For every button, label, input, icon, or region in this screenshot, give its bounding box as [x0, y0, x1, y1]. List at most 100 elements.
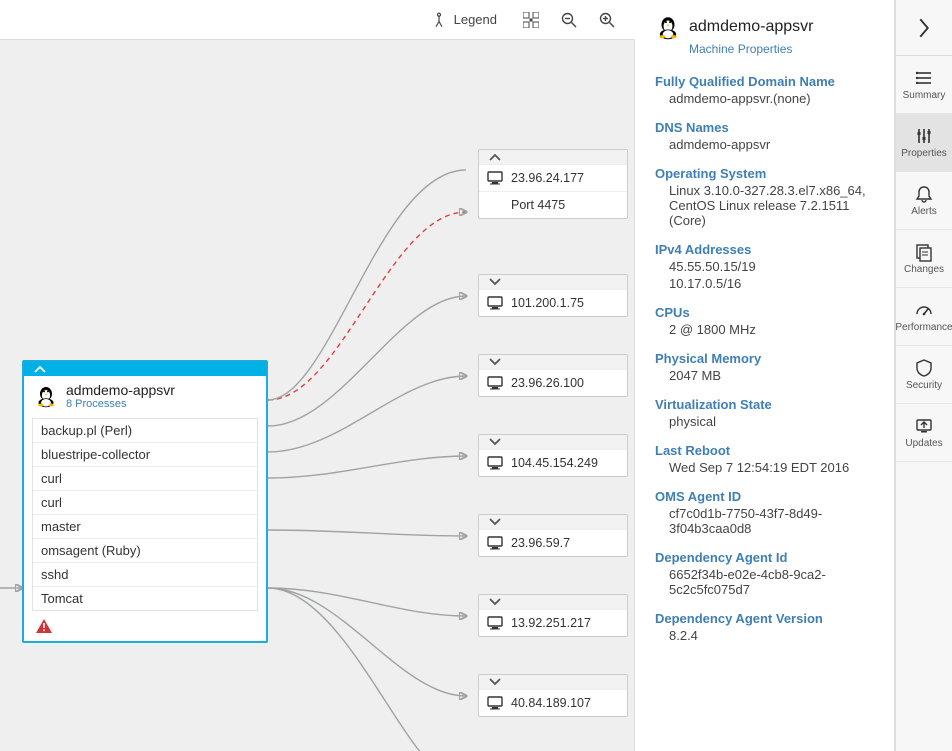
- linux-icon: [655, 14, 681, 40]
- prop-label: CPUs: [655, 305, 878, 320]
- process-list: backup.pl (Perl) bluestripe-collector cu…: [32, 418, 258, 611]
- target-node[interactable]: 23.96.24.177 Port 4475: [478, 149, 628, 219]
- process-item[interactable]: omsagent (Ruby): [33, 539, 257, 563]
- warning-icon[interactable]: [36, 619, 266, 633]
- rail-updates[interactable]: Updates: [896, 404, 952, 462]
- target-ip: 40.84.189.107: [511, 696, 591, 710]
- rail-label: Updates: [905, 438, 942, 449]
- panel-machine-name: admdemo-appsvr: [689, 18, 814, 36]
- node-expand-bar[interactable]: [479, 515, 627, 529]
- updates-icon: [914, 416, 934, 436]
- rail-label: Security: [906, 380, 942, 391]
- legend-button[interactable]: Legend: [430, 11, 497, 29]
- prop-value: admdemo-appsvr.(none): [669, 91, 878, 106]
- node-expand-bar[interactable]: [479, 275, 627, 289]
- rail-alerts[interactable]: Alerts: [896, 172, 952, 230]
- machine-icon: [487, 456, 503, 470]
- rail-security[interactable]: Security: [896, 346, 952, 404]
- map-toolbar: Legend: [0, 0, 635, 40]
- node-expand-bar[interactable]: [479, 595, 627, 609]
- rail-label: Changes: [904, 264, 944, 275]
- machine-icon: [487, 171, 503, 185]
- target-port: Port 4475: [511, 198, 565, 212]
- rail-properties[interactable]: Properties: [896, 114, 952, 172]
- machine-title: admdemo-appsvr 8 Processes: [24, 376, 266, 418]
- prop-label: Operating System: [655, 166, 878, 181]
- prop-value: physical: [669, 414, 878, 429]
- machine-card[interactable]: admdemo-appsvr 8 Processes backup.pl (Pe…: [22, 360, 268, 643]
- target-node[interactable]: 104.45.154.249: [478, 434, 628, 477]
- panel-subtitle: Machine Properties: [689, 42, 878, 56]
- target-ip: 13.92.251.217: [511, 616, 591, 630]
- rail-summary[interactable]: Summary: [896, 56, 952, 114]
- machine-name: admdemo-appsvr: [66, 382, 175, 398]
- machine-subtitle: 8 Processes: [66, 398, 175, 410]
- summary-icon: [914, 68, 934, 88]
- machine-icon: [487, 536, 503, 550]
- legend-icon: [430, 11, 448, 29]
- chevron-down-icon: [489, 357, 501, 367]
- process-item[interactable]: Tomcat: [33, 587, 257, 610]
- target-node[interactable]: 23.96.59.7: [478, 514, 628, 557]
- chevron-down-icon: [489, 517, 501, 527]
- chevron-down-icon: [489, 597, 501, 607]
- target-node[interactable]: 23.96.26.100: [478, 354, 628, 397]
- machine-icon: [487, 616, 503, 630]
- panel-title: admdemo-appsvr: [655, 14, 878, 40]
- zoom-in-icon: [599, 12, 615, 28]
- process-item[interactable]: sshd: [33, 563, 257, 587]
- zoom-out-button[interactable]: [553, 4, 585, 36]
- node-collapse-bar[interactable]: [479, 150, 627, 164]
- prop-value: 45.55.50.15/19: [669, 259, 878, 274]
- target-node[interactable]: 40.84.189.107: [478, 674, 628, 717]
- shield-icon: [914, 358, 934, 378]
- rail-label: Performance: [895, 322, 952, 333]
- node-expand-bar[interactable]: [479, 675, 627, 689]
- prop-value: cf7c0d1b-7750-43f7-8d49-3f04b3caa0d8: [669, 506, 878, 536]
- process-item[interactable]: backup.pl (Perl): [33, 419, 257, 443]
- machine-icon: [487, 296, 503, 310]
- prop-value: 8.2.4: [669, 628, 878, 643]
- chevron-up-icon: [34, 364, 46, 374]
- process-item[interactable]: curl: [33, 491, 257, 515]
- dependency-map-canvas[interactable]: admdemo-appsvr 8 Processes backup.pl (Pe…: [0, 40, 635, 751]
- prop-value: Linux 3.10.0-327.28.3.el7.x86_64, CentOS…: [669, 183, 878, 228]
- rail-changes[interactable]: Changes: [896, 230, 952, 288]
- process-item[interactable]: bluestripe-collector: [33, 443, 257, 467]
- bell-icon: [914, 184, 934, 204]
- chevron-down-icon: [489, 277, 501, 287]
- zoom-in-button[interactable]: [591, 4, 623, 36]
- machine-icon: [487, 376, 503, 390]
- target-node[interactable]: 101.200.1.75: [478, 274, 628, 317]
- fit-view-button[interactable]: [515, 4, 547, 36]
- process-item[interactable]: master: [33, 515, 257, 539]
- prop-label: Physical Memory: [655, 351, 878, 366]
- node-expand-bar[interactable]: [479, 355, 627, 369]
- prop-value: admdemo-appsvr: [669, 137, 878, 152]
- rail-label: Properties: [901, 148, 947, 159]
- rail-performance[interactable]: Performance: [896, 288, 952, 346]
- target-node[interactable]: 13.92.251.217: [478, 594, 628, 637]
- prop-label: DNS Names: [655, 120, 878, 135]
- changes-icon: [914, 242, 934, 262]
- gauge-icon: [914, 300, 934, 320]
- rail-label: Summary: [903, 90, 946, 101]
- machine-collapse-bar[interactable]: [24, 362, 266, 376]
- linux-icon: [34, 384, 58, 408]
- prop-value: 10.17.0.5/16: [669, 276, 878, 291]
- node-expand-bar[interactable]: [479, 435, 627, 449]
- prop-label: OMS Agent ID: [655, 489, 878, 504]
- chevron-down-icon: [489, 677, 501, 687]
- machine-icon: [487, 696, 503, 710]
- prop-label: Dependency Agent Id: [655, 550, 878, 565]
- prop-label: IPv4 Addresses: [655, 242, 878, 257]
- chevron-down-icon: [489, 437, 501, 447]
- prop-label: Virtualization State: [655, 397, 878, 412]
- target-ip: 104.45.154.249: [511, 456, 598, 470]
- expand-panel-button[interactable]: [896, 0, 952, 56]
- properties-icon: [914, 126, 934, 146]
- chevron-up-icon: [489, 152, 501, 162]
- target-ip: 23.96.26.100: [511, 376, 584, 390]
- fit-view-icon: [523, 12, 539, 28]
- process-item[interactable]: curl: [33, 467, 257, 491]
